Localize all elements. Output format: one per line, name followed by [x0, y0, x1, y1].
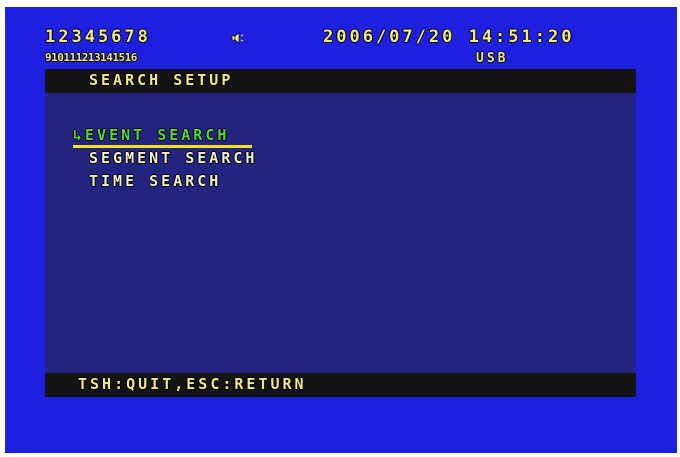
dvr-screen: 12345678 910111213141516 2006/07/20 14:5…	[5, 7, 677, 453]
footer-bar: TSH:QUIT,ESC:RETURN	[45, 373, 636, 397]
usb-indicator: USB	[476, 51, 509, 66]
selection-arrow-icon: ↳	[73, 126, 86, 144]
menu-item-label: EVENT SEARCH	[85, 126, 230, 144]
channel-indicators-9-16: 910111213141516	[45, 51, 137, 64]
menu-item-event-search[interactable]: ↳EVENT SEARCH	[73, 126, 229, 144]
date-time-display: 2006/07/20 14:51:20	[323, 27, 575, 47]
selection-underline	[73, 145, 252, 148]
menu-item-segment-search[interactable]: SEGMENT SEARCH	[89, 149, 257, 167]
menu-title: SEARCH SETUP	[89, 71, 234, 89]
channel-indicators-1-8: 12345678	[45, 27, 151, 47]
speaker-icon	[231, 32, 244, 44]
search-setup-panel: SEARCH SETUP ↳EVENT SEARCH SEGMENT SEARC…	[45, 69, 636, 397]
footer-hint: TSH:QUIT,ESC:RETURN	[78, 375, 307, 393]
menu-item-time-search[interactable]: TIME SEARCH	[89, 172, 221, 190]
title-bar: SEARCH SETUP	[45, 69, 636, 93]
